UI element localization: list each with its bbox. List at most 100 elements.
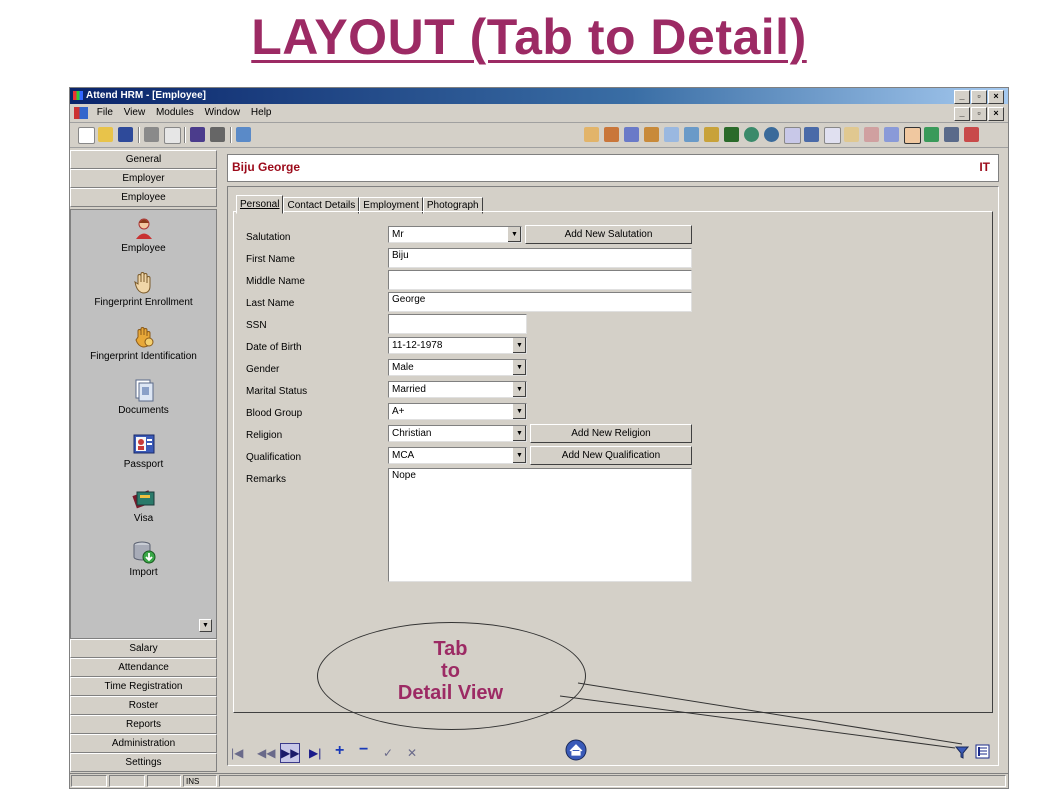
sidebar-header-salary[interactable]: Salary [70, 639, 217, 658]
marital-status-select[interactable]: Married ▼ [388, 381, 527, 398]
menu-modules[interactable]: Modules [152, 104, 198, 122]
chevron-down-icon[interactable]: ▼ [512, 382, 526, 397]
first-record-icon[interactable]: |◀ [231, 746, 243, 760]
minimize-button[interactable]: _ [954, 90, 970, 104]
cancel-record-icon[interactable]: ✕ [407, 746, 417, 760]
status-bar: INS [70, 773, 1008, 789]
sidebar-item-visa[interactable]: Visa [71, 486, 216, 524]
sidebar-header-roster[interactable]: Roster [70, 696, 217, 715]
chevron-down-icon[interactable]: ▼ [512, 338, 526, 353]
envelope-icon[interactable] [664, 127, 679, 142]
sidebar-item-fingerprint-identification[interactable]: Fingerprint Identification [71, 324, 216, 362]
delete-record-icon[interactable]: − [359, 741, 368, 759]
card-icon[interactable] [684, 127, 699, 142]
new-icon[interactable] [78, 127, 95, 144]
next-record-icon[interactable]: ▶▶ [280, 743, 300, 763]
id-card-icon[interactable] [884, 127, 899, 142]
remarks-textarea[interactable]: Nope [388, 468, 692, 582]
employee-icon[interactable] [904, 127, 921, 144]
chevron-down-icon[interactable]: ▼ [512, 426, 526, 441]
app-icon [73, 91, 83, 100]
ssn-field[interactable] [388, 314, 527, 334]
gender-select[interactable]: Male ▼ [388, 359, 527, 376]
sidebar-header-general[interactable]: General [70, 150, 217, 169]
open-folder-icon[interactable] [98, 127, 113, 142]
chevron-down-icon[interactable]: ▼ [512, 360, 526, 375]
add-record-icon[interactable]: + [335, 742, 344, 760]
exit-icon[interactable] [236, 127, 251, 142]
sidebar-header-employer[interactable]: Employer [70, 169, 217, 188]
sidebar-scroll-down-button[interactable]: ▼ [199, 619, 212, 632]
middle-name-field[interactable] [388, 270, 692, 290]
document-icon[interactable] [74, 107, 88, 119]
sidebar-header-administration[interactable]: Administration [70, 734, 217, 753]
detail-view-icon[interactable] [975, 744, 990, 759]
last-name-field[interactable]: George [388, 292, 692, 312]
sidebar-item-documents[interactable]: Documents [71, 378, 216, 416]
clock-icon[interactable] [764, 127, 779, 142]
hand-icon[interactable] [584, 127, 599, 142]
list-icon[interactable] [864, 127, 879, 142]
add-new-salutation-button[interactable]: Add New Salutation [525, 225, 692, 244]
previous-record-icon[interactable]: ◀◀ [257, 746, 275, 760]
menu-window[interactable]: Window [201, 104, 245, 122]
grid-icon[interactable] [964, 127, 979, 142]
gear-icon[interactable] [704, 127, 719, 142]
post-record-icon[interactable]: ✓ [383, 746, 393, 760]
sidebar-header-settings[interactable]: Settings [70, 753, 217, 772]
stack-icon[interactable] [924, 127, 939, 142]
qualification-value: MCA [392, 450, 415, 461]
sidebar-header-attendance[interactable]: Attendance [70, 658, 217, 677]
menu-help[interactable]: Help [247, 104, 276, 122]
add-new-religion-button[interactable]: Add New Religion [530, 424, 692, 443]
chevron-down-icon[interactable]: ▼ [507, 227, 521, 242]
last-record-icon[interactable]: ▶| [309, 746, 321, 760]
toolbar [70, 123, 1008, 148]
menu-view[interactable]: View [120, 104, 150, 122]
first-name-field[interactable]: Biju [388, 248, 692, 268]
filter-icon[interactable] [955, 745, 969, 759]
tab-label: Personal [240, 199, 280, 210]
menu-file[interactable]: File [93, 104, 117, 122]
chevron-down-icon[interactable]: ▼ [512, 448, 526, 463]
database-icon[interactable] [944, 127, 959, 142]
religion-select[interactable]: Christian ▼ [388, 425, 527, 442]
database-import-icon [133, 541, 155, 564]
report-icon[interactable] [804, 127, 819, 142]
book-icon[interactable] [724, 127, 739, 142]
child-minimize-button[interactable]: _ [954, 107, 970, 121]
globe-icon[interactable] [744, 127, 759, 142]
child-close-button[interactable]: × [988, 107, 1004, 121]
sidebar-header-reports[interactable]: Reports [70, 715, 217, 734]
chevron-down-icon[interactable]: ▼ [512, 404, 526, 419]
print-icon[interactable] [144, 127, 159, 142]
child-restore-button[interactable]: ▫ [971, 107, 987, 121]
sidebar-item-employee[interactable]: Employee [71, 216, 216, 254]
group-icon[interactable] [624, 127, 639, 142]
calendar-icon[interactable] [784, 127, 801, 144]
blood-group-select[interactable]: A+ ▼ [388, 403, 527, 420]
restore-button[interactable]: ▫ [971, 90, 987, 104]
print-preview-icon[interactable] [164, 127, 181, 144]
camera-icon[interactable] [210, 127, 225, 142]
close-button[interactable]: × [988, 90, 1004, 104]
sidebar-header-time-registration[interactable]: Time Registration [70, 677, 217, 696]
dob-picker[interactable]: 11-12-1978 ▼ [388, 337, 527, 354]
chart-icon[interactable] [824, 127, 841, 144]
sidebar-item-passport[interactable]: Passport [71, 432, 216, 470]
sidebar-header-employee[interactable]: Employee [70, 188, 217, 207]
salutation-select[interactable]: Mr ▼ [388, 226, 522, 243]
tab-personal[interactable]: Personal [236, 195, 284, 214]
last-name-label: Last Name [246, 298, 295, 309]
qualification-select[interactable]: MCA ▼ [388, 447, 527, 464]
home-icon[interactable] [565, 739, 587, 761]
remarks-label: Remarks [246, 474, 287, 485]
users-icon[interactable] [604, 127, 619, 142]
save-icon[interactable] [118, 127, 133, 142]
transfer-icon[interactable] [644, 127, 659, 142]
notes-icon[interactable] [844, 127, 859, 142]
diamond-icon[interactable] [190, 127, 205, 142]
sidebar-item-import[interactable]: Import [71, 540, 216, 578]
add-new-qualification-button[interactable]: Add New Qualification [530, 446, 692, 465]
sidebar-item-fingerprint-enrollment[interactable]: Fingerprint Enrollment [71, 270, 216, 308]
